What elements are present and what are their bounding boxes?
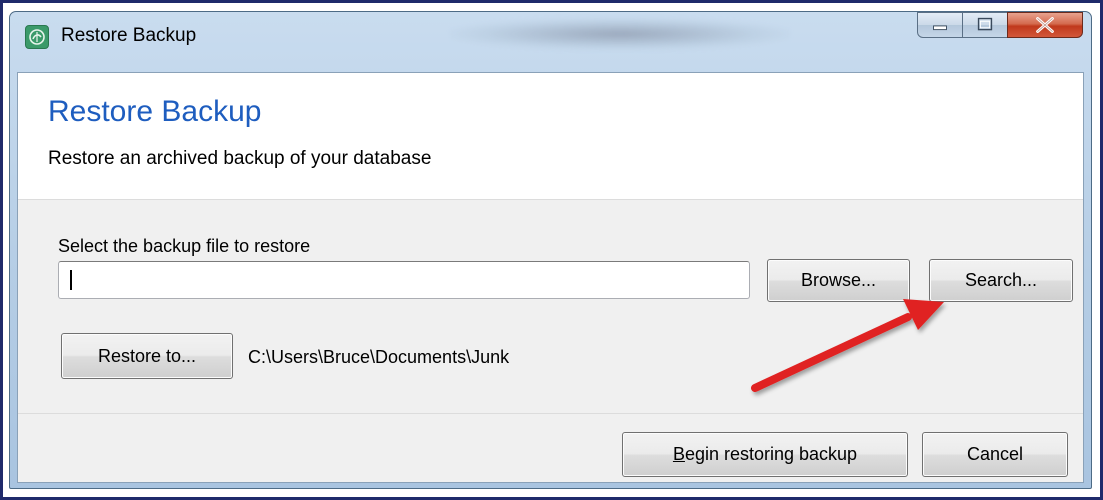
- maximize-button[interactable]: [962, 12, 1008, 38]
- background-window-blur: [450, 18, 790, 50]
- dialog-content: Restore Backup Restore an archived backu…: [17, 72, 1084, 483]
- backup-file-input[interactable]: [58, 261, 750, 299]
- close-button[interactable]: [1007, 12, 1083, 38]
- begin-restoring-button[interactable]: Begin restoring backup: [622, 432, 908, 477]
- browse-button[interactable]: Browse...: [767, 259, 910, 302]
- begin-rest: egin restoring backup: [684, 444, 858, 464]
- close-icon: [1036, 17, 1054, 33]
- search-button[interactable]: Search...: [929, 259, 1073, 302]
- app-icon: [25, 25, 49, 49]
- search-button-label: Search...: [964, 270, 1038, 290]
- restore-to-button[interactable]: Restore to...: [61, 333, 233, 379]
- maximize-icon: [977, 17, 993, 31]
- page-title: Restore Backup: [48, 95, 262, 128]
- restore-path: C:\Users\Bruce\Documents\Junk: [248, 347, 510, 367]
- minimize-icon: [933, 25, 947, 31]
- begin-restoring-button-label: Begin restoring backup: [673, 444, 857, 465]
- window-title: Restore Backup: [61, 25, 197, 46]
- cancel-button[interactable]: Cancel: [922, 432, 1068, 477]
- begin-mnemonic: B: [672, 444, 685, 464]
- page-subtitle: Restore an archived backup of your datab…: [48, 148, 432, 169]
- text-caret: [70, 270, 72, 290]
- restore-backup-window: Restore Backup Restore Backup Restore an…: [9, 11, 1092, 489]
- cancel-button-label: Cancel: [966, 444, 1024, 464]
- minimize-button[interactable]: [917, 12, 963, 38]
- backup-file-label: Select the backup file to restore: [58, 236, 311, 256]
- browse-button-label: Browse...: [800, 270, 877, 290]
- dialog-header: Restore Backup Restore an archived backu…: [18, 73, 1083, 200]
- footer-divider: [18, 413, 1083, 414]
- title-bar[interactable]: Restore Backup: [10, 12, 1091, 72]
- restore-to-button-label: Restore to...: [97, 345, 197, 366]
